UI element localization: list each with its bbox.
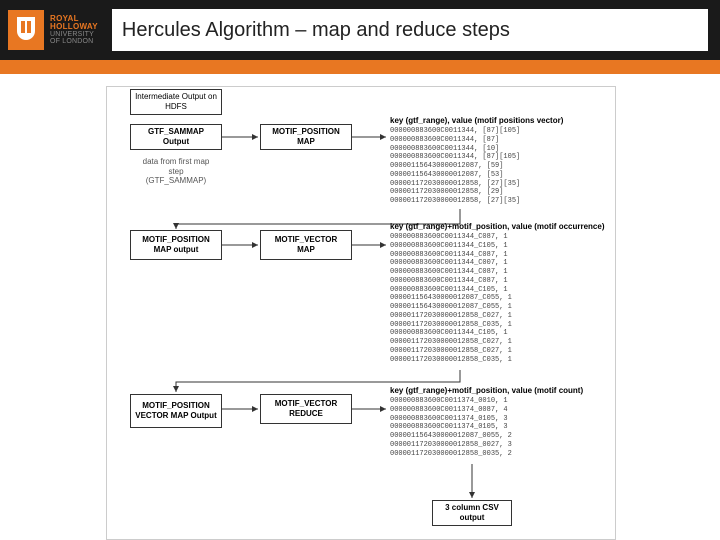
logo-area: ROYAL HOLLOWAY UNIVERSITY OF LONDON	[0, 10, 106, 50]
institution-name: ROYAL HOLLOWAY UNIVERSITY OF LONDON	[50, 15, 98, 45]
university-crest-icon	[8, 10, 44, 50]
header: ROYAL HOLLOWAY UNIVERSITY OF LONDON Herc…	[0, 0, 720, 60]
diagram-canvas: Intermediate Output on HDFS GTF_SAMMAP O…	[0, 74, 720, 540]
title-wrap: Hercules Algorithm – map and reduce step…	[112, 9, 708, 51]
institution-line-2: HOLLOWAY	[50, 23, 98, 31]
arrows-layer	[0, 74, 720, 540]
accent-bar	[0, 60, 720, 74]
institution-line-3: UNIVERSITY	[50, 31, 98, 38]
page-title: Hercules Algorithm – map and reduce step…	[122, 19, 510, 42]
institution-line-4: OF LONDON	[50, 38, 98, 45]
